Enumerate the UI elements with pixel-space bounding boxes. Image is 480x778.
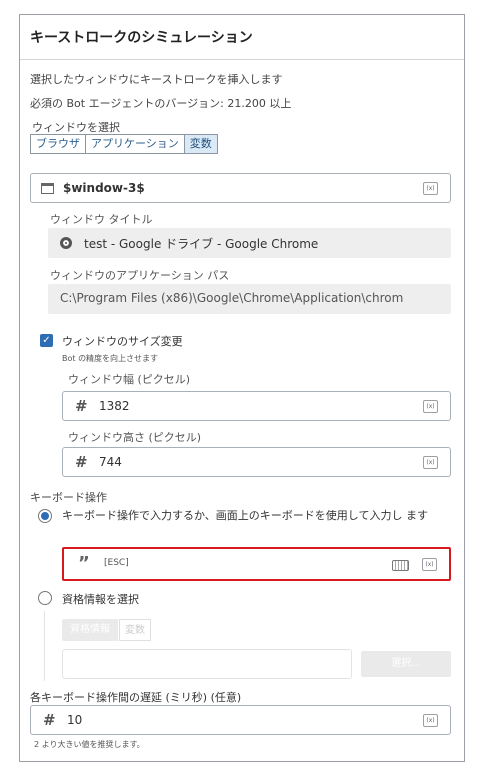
credential-radio[interactable] <box>38 591 52 605</box>
variable-tab: 変数 <box>119 619 151 641</box>
quote-icon: ” <box>78 553 90 574</box>
window-width-field[interactable]: # 1382 (x) <box>62 391 451 421</box>
credential-field <box>62 649 352 679</box>
chrome-icon <box>60 237 72 249</box>
select-button: 選択... <box>361 651 451 677</box>
window-height-field[interactable]: # 744 (x) <box>62 447 451 477</box>
delay-field[interactable]: # 10 (x) <box>30 705 451 735</box>
keyboard-icon[interactable] <box>392 560 409 571</box>
window-width-value: 1382 <box>99 399 130 413</box>
number-icon: # <box>75 453 88 471</box>
fx-icon[interactable]: (x) <box>423 182 438 195</box>
divider <box>20 59 464 60</box>
window-width-label: ウィンドウ幅 (ピクセル) <box>68 373 191 386</box>
credential-tab: 資格情報 <box>62 619 118 641</box>
number-icon: # <box>43 711 56 729</box>
fx-icon[interactable]: (x) <box>423 714 438 727</box>
window-variable-value: $window-3$ <box>63 181 145 195</box>
window-title-value: test - Google ドライブ - Google Chrome <box>84 237 319 251</box>
description: 選択したウィンドウにキーストロークを挿入します <box>30 73 283 86</box>
option-variable[interactable]: 変数 <box>184 135 217 153</box>
window-title-field: test - Google ドライブ - Google Chrome <box>48 228 451 258</box>
credential-disabled-group <box>44 611 45 681</box>
keystroke-input[interactable]: ” [ESC] (x) <box>62 547 451 581</box>
fx-icon[interactable]: (x) <box>423 456 438 469</box>
fx-icon[interactable]: (x) <box>422 558 437 571</box>
version-note: 必須の Bot エージェントのバージョン: 21.200 以上 <box>30 97 292 110</box>
window-variable-field[interactable]: $window-3$ (x) <box>30 173 451 203</box>
window-select-label: ウィンドウを選択 <box>32 121 120 134</box>
delay-label: 各キーボード操作間の遅延 (ミリ秒) (任意) <box>30 691 242 704</box>
keystroke-panel: キーストロークのシミュレーション 選択したウィンドウにキーストロークを挿入します… <box>19 14 465 762</box>
keystroke-value: [ESC] <box>104 558 129 568</box>
window-select-segment: ブラウザ アプリケーション 変数 <box>30 134 218 154</box>
keyboard-section-label: キーボード操作 <box>30 491 107 504</box>
window-icon <box>41 183 54 194</box>
credential-label: 資格情報を選択 <box>62 593 139 606</box>
window-height-label: ウィンドウ高さ (ピクセル) <box>68 431 202 444</box>
resize-checkbox[interactable]: ✓ <box>40 334 53 347</box>
app-path-field: C:\Program Files (x86)\Google\Chrome\App… <box>48 284 451 314</box>
app-path-label: ウィンドウのアプリケーション パス <box>50 269 230 282</box>
option-browser[interactable]: ブラウザ <box>31 135 86 153</box>
resize-hint: Bot の精度を向上させます <box>62 354 159 363</box>
delay-value: 10 <box>67 713 83 727</box>
fx-icon[interactable]: (x) <box>423 400 438 413</box>
page-title: キーストロークのシミュレーション <box>30 30 253 46</box>
window-height-value: 744 <box>99 455 122 469</box>
resize-label: ウィンドウのサイズ変更 <box>62 335 183 348</box>
keyboard-input-radio[interactable] <box>38 509 52 523</box>
keyboard-input-label: キーボード操作で入力するか、画面上のキーボードを使用して入力し ます <box>62 509 428 522</box>
window-title-label: ウィンドウ タイトル <box>50 213 153 226</box>
number-icon: # <box>75 397 88 415</box>
option-application[interactable]: アプリケーション <box>86 135 185 153</box>
app-path-value: C:\Program Files (x86)\Google\Chrome\App… <box>60 291 404 305</box>
delay-hint: 2 より大きい値を推奨します。 <box>34 740 145 749</box>
